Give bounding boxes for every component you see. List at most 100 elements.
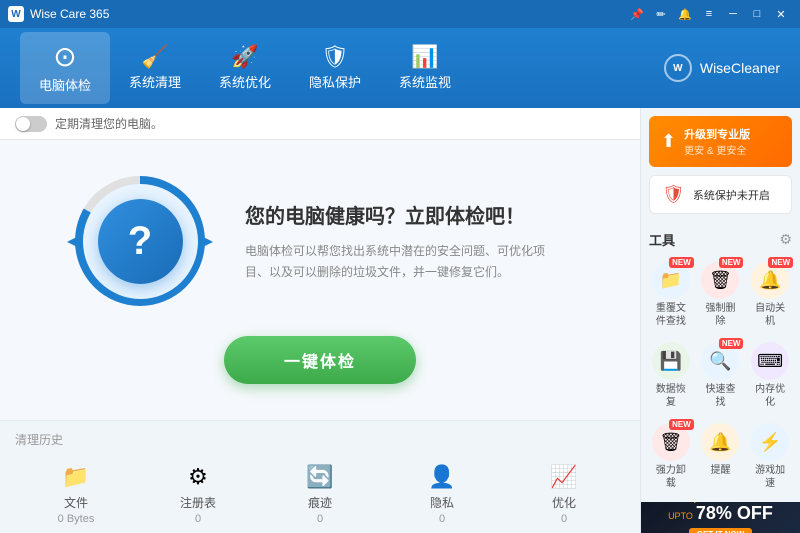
schedule-text: 定期清理您的电脑。: [55, 115, 163, 132]
nav-item-system-optimize[interactable]: 🚀 系统优化: [200, 32, 290, 104]
nav-icon-optimize: 🚀: [231, 46, 258, 68]
privacy-value: 0: [439, 513, 445, 525]
nav-item-monitor[interactable]: 📊 系统监视: [380, 32, 470, 104]
nav-item-system-clean[interactable]: 🧹 系统清理: [110, 32, 200, 104]
ad-discount: 78% OFF: [696, 503, 773, 524]
ad-upto: UPTO: [668, 511, 693, 521]
history-item-optimize[interactable]: 📈 优化 0: [503, 456, 625, 533]
tool-force-uninstall[interactable]: 🗑 NEW 强力卸载: [649, 419, 693, 494]
registry-value: 0: [195, 513, 201, 525]
data-recovery-label: 数据恢复: [651, 383, 691, 409]
history-item-privacy[interactable]: 👤 隐私 0: [381, 456, 503, 533]
protection-text: 系统保护未开启: [693, 187, 770, 203]
settings-icon[interactable]: ⚙: [779, 231, 792, 248]
arrow-left-icon: ◀: [67, 231, 79, 251]
quick-search-icon: 🔍: [709, 351, 731, 372]
tool-force-delete[interactable]: 🗑 NEW 强制删除: [699, 257, 743, 332]
menu-button[interactable]: ≡: [698, 4, 720, 24]
wisecleaner-logo: W WiseCleaner: [664, 54, 780, 82]
force-delete-new-badge: NEW: [719, 257, 744, 268]
reminder-icon-wrap: 🔔: [701, 423, 739, 461]
data-recovery-icon: 💾: [660, 351, 682, 372]
nav-label-checkup: 电脑体检: [39, 75, 91, 94]
minimize-button[interactable]: ─: [722, 4, 744, 24]
health-circle: ? ◀ ▶: [75, 176, 205, 306]
close-button[interactable]: ✕: [770, 4, 792, 24]
nav-label-optimize: 系统优化: [219, 72, 271, 91]
shield-icon: 🛡: [662, 184, 685, 205]
history-title: 清理历史: [15, 431, 625, 448]
tool-auto-shutdown[interactable]: 🔔 NEW 自动关机: [748, 257, 792, 332]
tool-quick-search[interactable]: 🔍 NEW 快速查找: [699, 338, 743, 413]
auto-shutdown-icon-wrap: 🔔 NEW: [751, 261, 789, 299]
registry-label: 注册表: [180, 494, 216, 511]
data-recovery-icon-wrap: 💾: [652, 342, 690, 380]
recover-files-new-badge: NEW: [669, 257, 694, 268]
ad-cta-button[interactable]: GET IT NOW: [689, 528, 753, 533]
logo-icon: W: [664, 54, 692, 82]
auto-shutdown-icon: 🔔: [759, 270, 781, 291]
toggle-knob: [16, 117, 30, 131]
history-items: 📁 文件 0 Bytes ⚙ 注册表 0 🔄 痕迹 0 👤 隐私: [15, 456, 625, 533]
traces-label: 痕迹: [308, 494, 332, 511]
force-uninstall-icon: 🗑: [659, 432, 682, 453]
hero-description: 电脑体检可以帮您找出系统中潜在的安全问题、可优化项目、以及可以删除的垃圾文件，并…: [245, 241, 565, 282]
bell-button[interactable]: 🔔: [674, 4, 696, 24]
upgrade-text: 升级到专业版 更安 & 更安全: [684, 126, 750, 157]
nav-items: ⊙ 电脑体检 🧹 系统清理 🚀 系统优化 🛡 隐私保护 📊 系统监视: [20, 32, 664, 104]
tool-reminder[interactable]: 🔔 提醒: [699, 419, 743, 494]
nav-icon-monitor: 📊: [411, 46, 438, 68]
ad-banner[interactable]: Scarecup Halloween Deals UPTO 78% OFF GE…: [641, 502, 800, 533]
force-delete-label: 强制删除: [701, 302, 741, 328]
question-mark-icon: ?: [128, 221, 152, 261]
app-title: Wise Care 365: [30, 7, 626, 21]
upgrade-button[interactable]: ⬆ 升级到专业版 更安 & 更安全: [649, 116, 792, 167]
schedule-toggle[interactable]: [15, 116, 47, 132]
optimize-label: 优化: [552, 494, 576, 511]
quick-search-label: 快速查找: [701, 383, 741, 409]
privacy-icon: 👤: [428, 464, 455, 490]
force-uninstall-new-badge: NEW: [669, 419, 694, 430]
tool-recover-files[interactable]: 📁 NEW 重覆文件查找: [649, 257, 693, 332]
recover-files-icon: 📁: [660, 270, 682, 291]
app-icon: W: [8, 6, 24, 22]
tools-grid: 📁 NEW 重覆文件查找 🗑 NEW 强制删除 🔔 NEW: [649, 257, 792, 494]
registry-icon: ⚙: [188, 464, 208, 490]
hero-title: 您的电脑健康吗？立即体检吧！: [245, 200, 565, 229]
privacy-label: 隐私: [430, 494, 454, 511]
history-item-traces[interactable]: 🔄 痕迹 0: [259, 456, 381, 533]
hero-top: ? ◀ ▶ 您的电脑健康吗？立即体检吧！ 电脑体检可以帮您找出系统中潜在的安全问…: [75, 176, 565, 306]
nav-item-privacy[interactable]: 🛡 隐私保护: [290, 32, 380, 104]
pin-button[interactable]: 📌: [626, 4, 648, 24]
tool-data-recovery[interactable]: 💾 数据恢复: [649, 338, 693, 413]
game-boost-icon-wrap: ⚡: [751, 423, 789, 461]
maximize-button[interactable]: □: [746, 4, 768, 24]
upgrade-line1: 升级到专业版: [684, 126, 750, 142]
files-icon: 📁: [62, 464, 89, 490]
history-item-files[interactable]: 📁 文件 0 Bytes: [15, 456, 137, 533]
main-layout: 定期清理您的电脑。 ? ◀ ▶ 您的电脑健康吗？立即体检吧！: [0, 108, 800, 533]
memory-optimize-icon: ⌨: [757, 351, 783, 372]
tool-game-boost[interactable]: ⚡ 游戏加速: [748, 419, 792, 494]
logo-text: WiseCleaner: [700, 60, 780, 76]
force-delete-icon: 🗑: [709, 270, 732, 291]
inner-circle: ?: [98, 199, 183, 284]
tools-title: 工具: [649, 230, 675, 249]
protection-button[interactable]: 🛡 系统保护未开启: [649, 175, 792, 214]
navbar: ⊙ 电脑体检 🧹 系统清理 🚀 系统优化 🛡 隐私保护 📊 系统监视 W Wis…: [0, 28, 800, 108]
scan-button[interactable]: 一键体检: [224, 336, 416, 384]
nav-label-monitor: 系统监视: [399, 72, 451, 91]
files-value: 0 Bytes: [58, 513, 95, 525]
arrow-right-icon: ▶: [201, 231, 213, 251]
nav-icon-privacy: 🛡: [321, 46, 349, 68]
nav-icon-clean: 🧹: [141, 46, 168, 68]
history-item-registry[interactable]: ⚙ 注册表 0: [137, 456, 259, 533]
tool-memory-optimize[interactable]: ⌨ 内存优化: [748, 338, 792, 413]
recover-files-icon-wrap: 📁 NEW: [652, 261, 690, 299]
nav-item-pc-checkup[interactable]: ⊙ 电脑体检: [20, 32, 110, 104]
edit-button[interactable]: ✏: [650, 4, 672, 24]
nav-icon-checkup: ⊙: [53, 43, 76, 71]
right-sidebar: ⬆ 升级到专业版 更安 & 更安全 🛡 系统保护未开启 工具 ⚙ 📁 NEW: [640, 108, 800, 533]
tools-header: 工具 ⚙: [649, 230, 792, 249]
traces-icon: 🔄: [306, 464, 333, 490]
